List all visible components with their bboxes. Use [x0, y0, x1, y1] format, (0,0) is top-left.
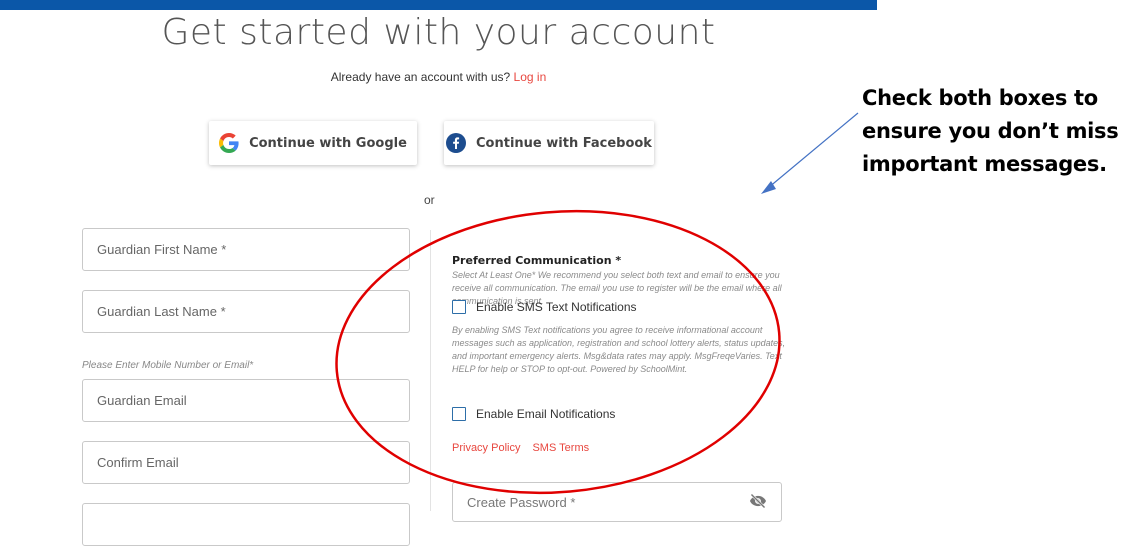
- email-notifications-label: Enable Email Notifications: [476, 407, 616, 421]
- annotation-arrow-head: [761, 181, 776, 194]
- facebook-button-label: Continue with Facebook: [476, 135, 652, 151]
- column-divider: [430, 230, 431, 511]
- preferred-communication-title: Preferred Communication *: [452, 254, 622, 267]
- or-divider: or: [424, 193, 435, 207]
- guardian-email-input[interactable]: [82, 379, 410, 422]
- google-button-label: Continue with Google: [249, 135, 407, 151]
- facebook-icon: [446, 133, 467, 153]
- annotation-callout: Check both boxes to ensure you don’t mis…: [862, 86, 1119, 176]
- privacy-policy-link[interactable]: Privacy Policy: [452, 442, 520, 454]
- page-title: Get started with your account: [161, 12, 716, 53]
- login-prompt-text: Already have an account with us?: [330, 70, 511, 84]
- mobile-or-email-hint: Please Enter Mobile Number or Email*: [82, 360, 254, 371]
- email-notifications-checkbox[interactable]: [452, 407, 466, 421]
- email-notifications-option[interactable]: Enable Email Notifications: [452, 407, 615, 421]
- top-accent-bar: [0, 0, 877, 10]
- sms-notifications-label: Enable SMS Text Notifications: [476, 300, 637, 314]
- google-icon: [219, 133, 239, 153]
- confirm-email-input[interactable]: [82, 441, 410, 484]
- sms-terms-link[interactable]: SMS Terms: [532, 442, 589, 454]
- sms-notifications-option[interactable]: Enable SMS Text Notifications: [452, 300, 637, 314]
- create-password-input[interactable]: [452, 482, 782, 522]
- login-prompt: Already have an account with us? Log in: [0, 70, 877, 84]
- login-link[interactable]: Log in: [514, 70, 547, 84]
- annotation-arrow-line: [767, 112, 859, 189]
- guardian-first-name-input[interactable]: [82, 228, 410, 271]
- sms-terms-description: By enabling SMS Text notifications you a…: [452, 325, 786, 374]
- mobile-number-input[interactable]: [82, 503, 410, 546]
- continue-with-facebook-button[interactable]: Continue with Facebook: [444, 121, 654, 165]
- eye-slash-icon[interactable]: [749, 493, 767, 509]
- sms-notifications-checkbox[interactable]: [452, 300, 466, 314]
- continue-with-google-button[interactable]: Continue with Google: [209, 121, 417, 165]
- guardian-last-name-input[interactable]: [82, 290, 410, 333]
- policy-links: Privacy Policy SMS Terms: [452, 442, 589, 454]
